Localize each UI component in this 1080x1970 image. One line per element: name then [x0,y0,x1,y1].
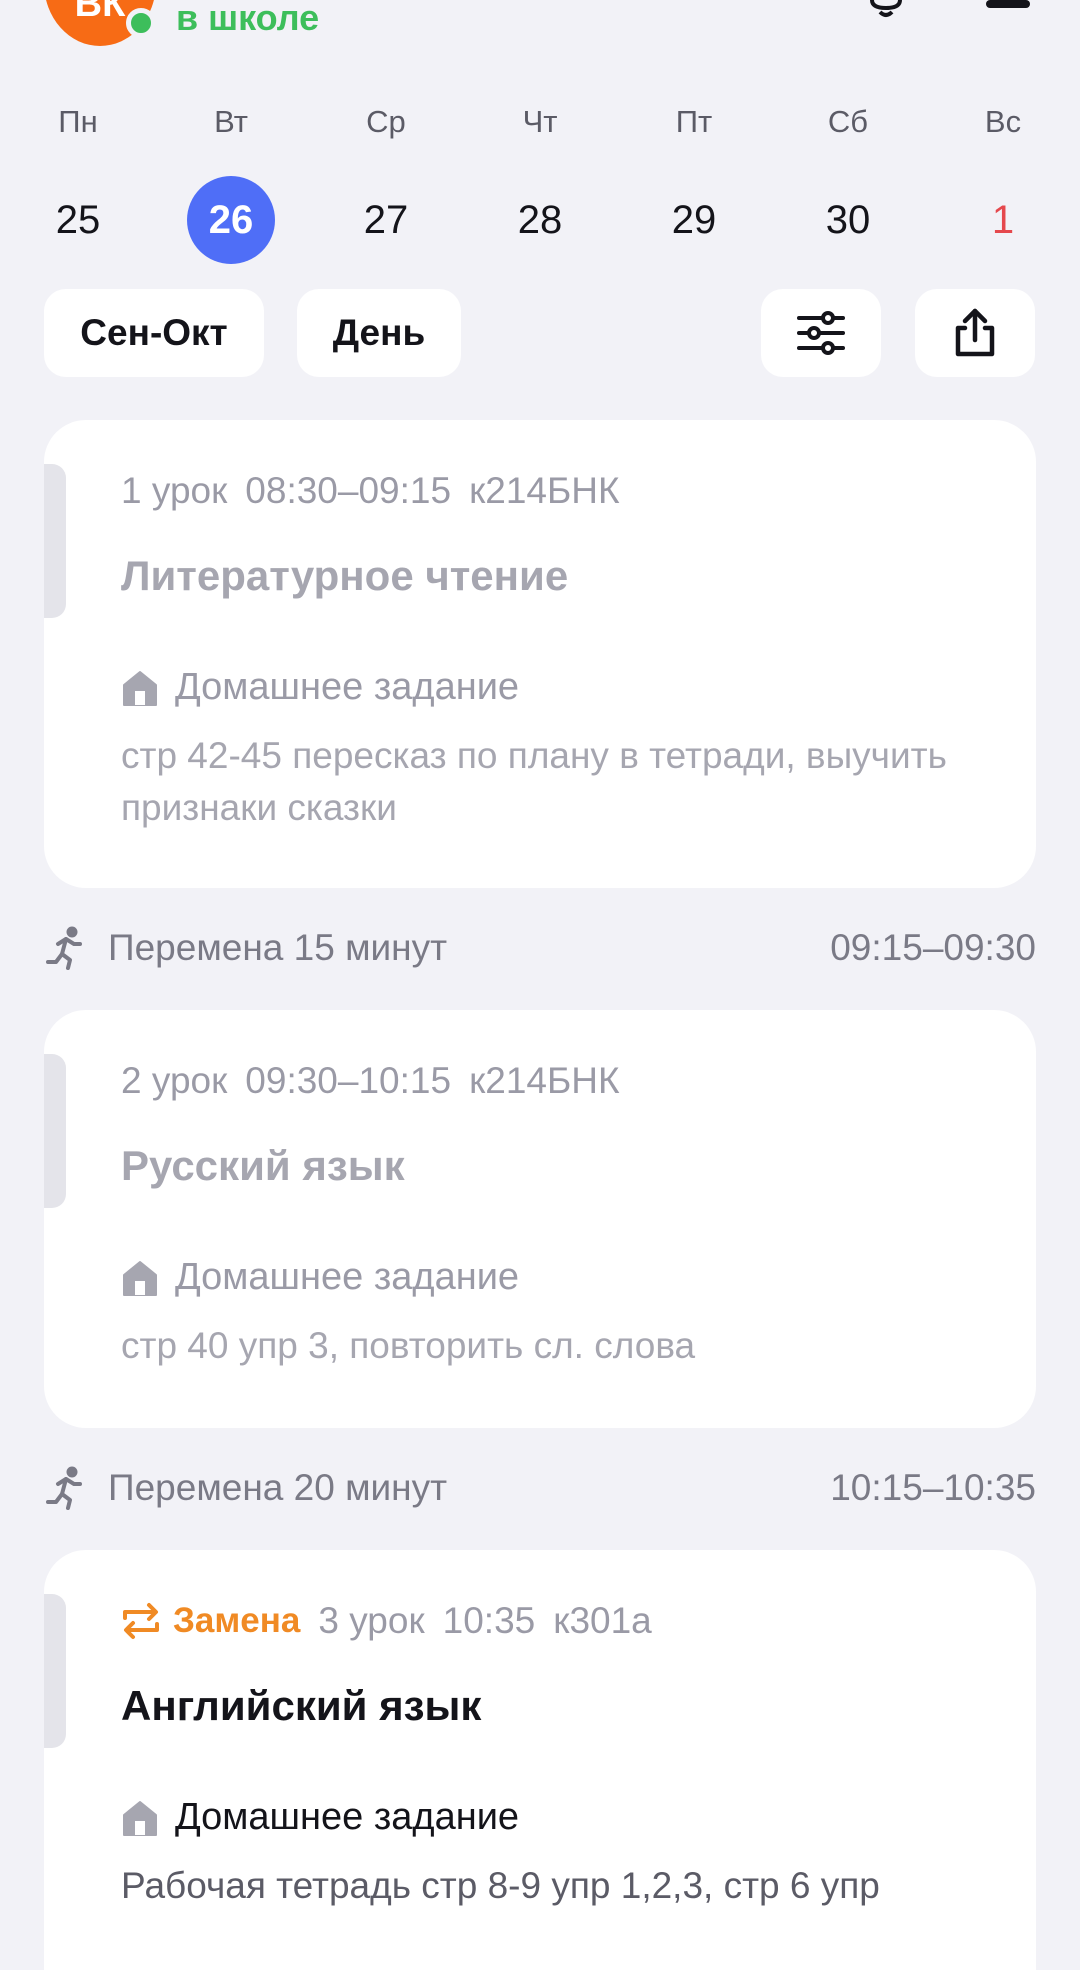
sliders-icon [797,311,845,355]
share-icon [955,308,995,357]
weekday-label: Пн [58,104,98,139]
weekday-label: Сб [827,104,869,139]
house-icon [123,1260,157,1296]
weekday-label: Вт [214,104,248,139]
homework-header: Домашнее задание [121,1256,519,1299]
date-29[interactable]: 29 [644,176,744,264]
filter-button[interactable] [761,289,881,377]
lesson-meta: Замена 3 урок 10:35 к301а [121,1600,670,1642]
bell-icon[interactable] [866,0,906,18]
lesson-meta: 2 урок 09:30–10:15 к214БНК [121,1060,620,1101]
presence-status: в школе [176,0,320,38]
lesson-subject: Русский язык [121,1142,405,1189]
house-icon [123,670,157,706]
homework-text: стр 42-45 пересказ по плану в тетради, в… [121,735,947,828]
weekday-label: Вс [984,104,1022,139]
swap-icon [123,1603,159,1639]
date-28[interactable]: 28 [490,176,590,264]
lesson-accent-bar [44,1594,66,1748]
period-selector[interactable]: Сен-Окт [44,289,264,377]
homework-header: Домашнее задание [121,1796,519,1839]
replacement-badge: Замена [173,1601,301,1640]
lesson-subject: Английский язык [121,1682,482,1729]
break-row: Перемена 15 минут 09:15–09:30 [44,926,1036,970]
running-icon [46,1466,82,1510]
lesson-accent-bar [44,464,66,618]
date-26-selected[interactable]: 26 [181,176,281,264]
break-row: Перемена 20 минут 10:15–10:35 [44,1466,1036,1510]
weekday-label: Ср [366,104,406,139]
lesson-accent-bar [44,1054,66,1208]
share-button[interactable] [915,289,1035,377]
date-1[interactable]: 1 [953,176,1053,264]
weekday-label: Пт [675,104,713,139]
running-icon [46,926,82,970]
date-27[interactable]: 27 [336,176,436,264]
weekday-label: Чт [522,104,558,139]
lesson-meta: 1 урок 08:30–09:15 к214БНК [121,470,620,511]
homework-text: стр 40 упр 3, повторить сл. слова [121,1325,696,1366]
homework-header: Домашнее задание [121,666,519,709]
view-selector[interactable]: День [297,289,461,377]
menu-icon[interactable] [986,0,1030,8]
date-25[interactable]: 25 [28,176,128,264]
homework-text: Рабочая тетрадь стр 8-9 упр 1,2,3, стр 6… [121,1865,880,1906]
house-icon [123,1800,157,1836]
date-30[interactable]: 30 [798,176,898,264]
lesson-subject: Литературное чтение [121,552,569,599]
online-status-dot [126,8,156,38]
